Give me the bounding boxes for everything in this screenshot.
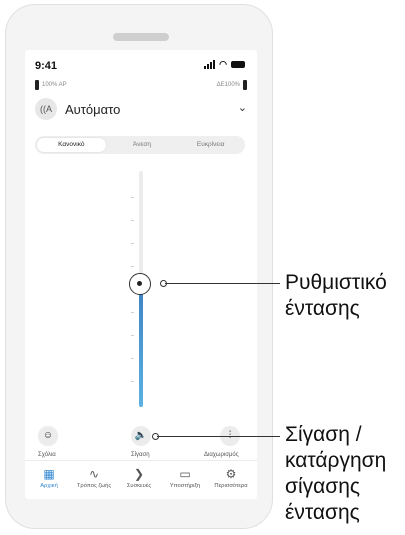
callout-line-text: έντασης (285, 297, 360, 320)
mute-label: Σίγαση (131, 452, 150, 458)
tab-home-label: Αρχική (40, 483, 58, 489)
volume-slider-knob[interactable] (129, 273, 151, 295)
tab-more-label: Περισσότερα (214, 483, 248, 489)
adjust-label: Διαχωρισμός (204, 452, 239, 458)
hearing-aid-battery-icon (35, 80, 39, 90)
right-hearing-aid-label: ΔΕ100% (216, 82, 240, 88)
sound-wave-icon: ((A (35, 98, 57, 120)
battery-icon (231, 61, 245, 68)
tab-support-label: Υποστήριξη (169, 483, 201, 489)
comments-label: Σχόλια (38, 452, 56, 458)
slider-tick (131, 358, 134, 359)
slider-tick (131, 312, 134, 313)
slider-tick (131, 220, 134, 221)
callout-line-text: έντασης (285, 501, 360, 524)
program-selector[interactable]: ((A Αυτόματο ⌄ (35, 98, 247, 120)
status-time: 9:41 (35, 60, 58, 72)
slider-tick (131, 243, 134, 244)
chat-bubble-icon: ▭ (179, 467, 191, 481)
callout-line-text: Σίγαση / (285, 423, 362, 446)
slider-tick (131, 266, 134, 267)
mode-normal[interactable]: Κανονικό (37, 138, 106, 152)
mode-clarity[interactable]: Ευκρίνεια (176, 136, 245, 154)
mode-comfort[interactable]: Άνεση (108, 136, 177, 154)
callout-line (157, 436, 280, 437)
tab-more[interactable]: ⚙ Περισσότερα (209, 467, 253, 489)
hearing-aid-battery-icon (243, 80, 247, 90)
status-icons: ◠ (204, 60, 245, 69)
home-grid-icon: ▦ (43, 467, 55, 481)
heartbeat-icon: ∿ (88, 467, 100, 481)
callout-line-text: Ρυθμιστικό (285, 271, 387, 294)
comments-button[interactable]: ☺ (38, 426, 58, 446)
tab-home[interactable]: ▦ Αρχική (27, 467, 71, 489)
gear-icon: ⚙ (225, 467, 237, 481)
slider-tick (131, 335, 134, 336)
mute-callout: Σίγαση / κατάργηση σίγασης έντασης (285, 422, 386, 526)
right-hearing-aid-status: ΔΕ100% (217, 80, 247, 90)
volume-slider-fill (139, 290, 143, 407)
callout-line-text: κατάργηση (285, 449, 387, 472)
status-bar: 9:41 ◠ (35, 60, 245, 72)
chevron-down-icon: ⌄ (237, 102, 247, 114)
callout-line (165, 283, 280, 284)
app-screen: 9:41 ◠ 100% AP ΔΕ100% ((A Αυτόματο ⌄ Καν… (25, 50, 257, 499)
hearing-aid-icon: ❯ (133, 467, 145, 481)
tab-support[interactable]: ▭ Υποστήριξη (163, 467, 207, 489)
tab-lifestyle-label: Τρόπος ζωής (76, 483, 112, 489)
signal-icon (204, 60, 216, 69)
smiley-icon: ☺ (42, 430, 54, 441)
callout-line-text: σίγασης (285, 475, 361, 498)
tab-lifestyle[interactable]: ∿ Τρόπος ζωής (72, 467, 116, 489)
mute-button[interactable]: 🔈 (131, 426, 151, 446)
phone-notch (113, 33, 169, 41)
mode-segmented-control: Κανονικό Άνεση Ευκρίνεια (35, 136, 245, 154)
tab-devices[interactable]: ❯ Συσκευές (117, 467, 161, 489)
program-name: Αυτόματο (65, 102, 121, 117)
left-hearing-aid-status: 100% AP (35, 80, 67, 90)
left-hearing-aid-label: 100% AP (42, 82, 67, 88)
volume-slider-callout: Ρυθμιστικό έντασης (285, 270, 387, 322)
speaker-icon: 🔈 (134, 430, 148, 441)
bottom-tab-bar: ▦ Αρχική ∿ Τρόπος ζωής ❯ Συσκευές ▭ Υποσ… (25, 460, 257, 499)
wifi-icon: ◠ (219, 59, 227, 69)
slider-tick (131, 381, 134, 382)
tab-devices-label: Συσκευές (126, 483, 152, 489)
slider-tick (131, 197, 134, 198)
